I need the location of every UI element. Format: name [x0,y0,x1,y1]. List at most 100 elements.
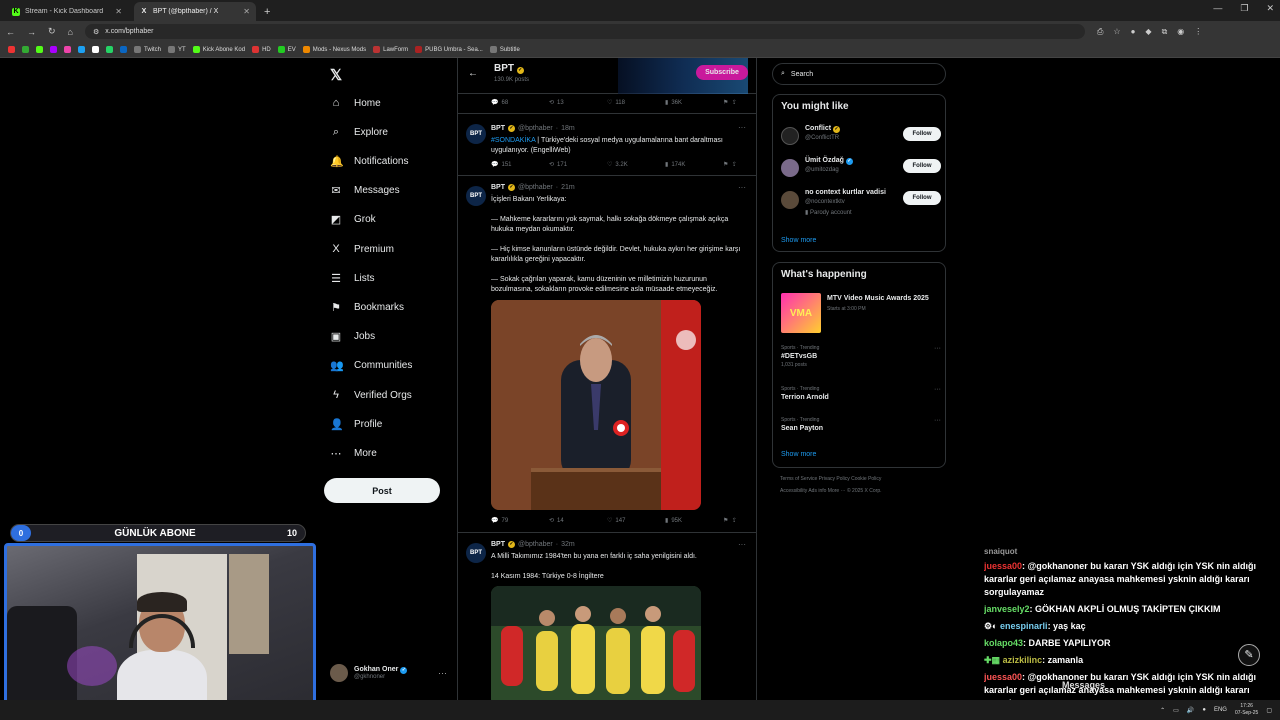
star-icon[interactable]: ☆ [1113,27,1120,37]
nav-item-lists[interactable]: ☰ Lists [330,269,375,287]
network-icon[interactable]: ▭ [1173,707,1179,714]
subscribe-button[interactable]: Subscribe [696,65,748,80]
site-info-icon[interactable]: ⚙ [93,28,99,36]
avatar[interactable] [781,159,799,177]
bookmark-lawform[interactable]: LawForm [373,46,408,53]
back-icon[interactable]: ← [6,27,15,37]
show-more-link[interactable]: Show more [781,451,816,458]
close-window-icon[interactable]: ✕ [1266,3,1274,14]
extensions-puzzle-icon[interactable]: ⧉ [1162,27,1168,37]
like-button[interactable]: ♡ 3.2K [607,161,665,169]
bookmark-favicon-icon[interactable] [64,46,71,53]
repost-button[interactable]: ⟲ 171 [549,161,607,169]
new-tab-icon[interactable]: + [264,6,270,18]
maximize-icon[interactable]: ❐ [1240,3,1248,14]
suggestion-item[interactable]: Conflict ✓ @ConflictTR Follow [781,125,941,151]
tweet-image[interactable] [491,586,701,700]
views-button[interactable]: ▮ 95K [665,517,723,525]
nav-item-more[interactable]: ⋯ More [330,444,377,462]
minimize-icon[interactable]: — [1213,3,1222,14]
like-button[interactable]: ♡ 147 [607,517,665,525]
browser-tab-kick[interactable]: K Stream - Kick Dashboard ✕ [6,2,128,21]
follow-button[interactable]: Follow [903,127,941,141]
nav-item-profile[interactable]: 👤 Profile [330,415,382,433]
avatar[interactable]: BPT [466,124,486,144]
bookmark-favicon-icon[interactable] [8,46,15,53]
post-button[interactable]: Post [324,478,440,503]
browser-tab-x[interactable]: X BPT (@bpthaber) / X ✕ [134,2,256,21]
bookmark-icon[interactable]: ⚑ [723,517,728,524]
hashtag-link[interactable]: #SONDAKİKA [491,137,535,144]
install-icon[interactable]: ⎙ [1097,27,1103,37]
suggestion-item[interactable]: no context kurtlar vadisi @nocontextktv … [781,189,941,221]
like-button[interactable]: ♡ 118 [607,99,665,107]
tweet[interactable]: 💬 68 ⟲ 13 ♡ 118 ▮ 36K ⚑ ⇪ [458,94,756,114]
bookmark-twitch[interactable]: Twitch [134,46,161,53]
views-button[interactable]: ▮ 174K [665,161,723,169]
volume-icon[interactable]: 🔊 [1187,707,1194,714]
reload-icon[interactable]: ↻ [48,26,56,37]
nav-item-verified-orgs[interactable]: ϟ Verified Orgs [330,386,412,404]
more-options-icon[interactable]: ··· [738,123,746,132]
repost-button[interactable]: ⟲ 13 [549,99,607,107]
share-icon[interactable]: ⇪ [732,99,737,106]
trend-item[interactable]: Sports · Trending #DETvsGB 1,031 posts ·… [781,345,941,368]
more-options-icon[interactable]: ··· [738,540,746,549]
notifications-icon[interactable]: ▢ [1266,707,1272,714]
nav-item-home[interactable]: ⌂ Home [330,94,381,112]
bookmark-favicon-icon[interactable] [78,46,85,53]
tweet-image[interactable] [491,300,701,510]
reply-button[interactable]: 💬 151 [491,161,549,169]
bookmark-ev[interactable]: EV [277,46,296,53]
bookmark-icon[interactable]: ⚑ [723,161,728,168]
nav-item-bookmarks[interactable]: ⚑ Bookmarks [330,298,404,316]
avatar[interactable]: BPT [466,543,486,563]
avatar[interactable]: BPT [466,186,486,206]
nav-item-messages[interactable]: ✉ Messages [330,182,399,200]
chevron-up-icon[interactable]: ⌃ [1160,707,1165,714]
tweet[interactable]: BPT BPT ✓ @bpthaber · 18m ··· #SONDAKİKA | … [458,115,756,176]
bookmark-favicon-icon[interactable] [106,46,113,53]
footer-links[interactable]: Accessibility Ads info More ··· © 2025 X… [780,488,882,494]
tray-app-icon[interactable]: ● [1202,707,1206,713]
extension-icon[interactable]: ● [1131,27,1136,37]
back-arrow-icon[interactable]: ← [468,68,478,79]
avatar[interactable] [781,191,799,209]
bookmark-pubg-umbra[interactable]: PUBG Umbra - Sea... [415,46,483,53]
compose-message-icon[interactable]: ✎ [1238,644,1260,666]
bookmark-favicon-icon[interactable] [120,46,127,53]
nav-item-communities[interactable]: 👥 Communities [330,357,412,375]
share-icon[interactable]: ⇪ [732,161,737,168]
nav-item-notifications[interactable]: 🔔 Notifications [330,152,408,170]
follow-button[interactable]: Follow [903,159,941,173]
nav-item-premium[interactable]: X Premium [330,240,394,258]
home-icon[interactable]: ⌂ [68,27,73,37]
repost-button[interactable]: ⟲ 14 [549,517,607,525]
menu-icon[interactable]: ⋮ [1194,27,1202,37]
avatar[interactable] [781,127,799,145]
bookmark-kick-abone-kod[interactable]: Kick Abone Kod [192,46,245,53]
bookmark-favicon-icon[interactable] [50,46,57,53]
clock[interactable]: 17:26 07-Sep-25 [1235,703,1258,717]
messages-drawer[interactable]: Messages [1062,680,1105,690]
profile-icon[interactable]: ◉ [1177,27,1184,37]
url-input[interactable]: ⚙ x.com/bpthaber [84,24,1085,39]
more-options-icon[interactable]: ··· [934,417,941,424]
share-icon[interactable]: ⇪ [732,517,737,524]
more-options-icon[interactable]: ··· [934,386,941,393]
bookmark-yt[interactable]: YT [168,46,186,53]
event-thumbnail[interactable]: VMA [781,293,821,333]
bookmark-hd[interactable]: HD [252,46,271,53]
tweet[interactable]: BPT BPT ✓ @bpthaber · 32m ··· A Milli Takım… [458,534,756,700]
follow-button[interactable]: Follow [903,191,941,205]
event-title[interactable]: MTV Video Music Awards 2025 [827,295,929,302]
more-options-icon[interactable]: ··· [934,345,941,352]
bookmark-favicon-icon[interactable] [22,46,29,53]
bookmark-favicon-icon[interactable] [36,46,43,53]
nav-item-grok[interactable]: ◩ Grok [330,211,376,229]
footer-links[interactable]: Terms of Service Privacy Policy Cookie P… [780,476,881,482]
bookmark-subtitle[interactable]: Subtitle [489,46,520,53]
nav-item-explore[interactable]: ⌕ Explore [330,123,388,141]
extension-icon[interactable]: ◆ [1145,27,1151,37]
views-button[interactable]: ▮ 36K [665,99,723,107]
